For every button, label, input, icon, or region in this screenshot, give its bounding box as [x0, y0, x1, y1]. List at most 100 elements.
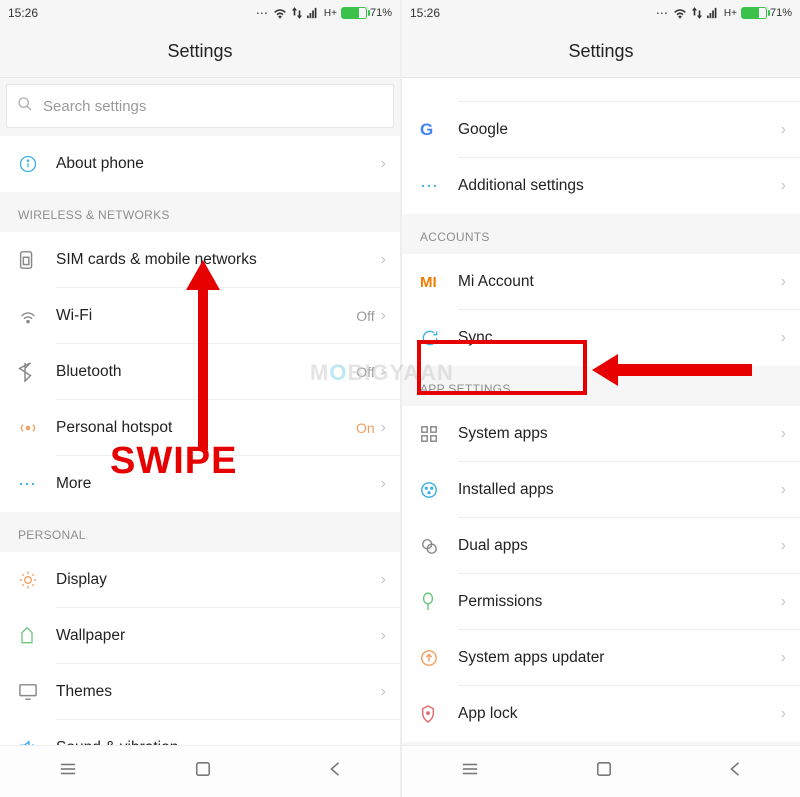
- chevron-right-icon: ›: [381, 739, 386, 745]
- android-navbar: [402, 745, 800, 797]
- back-button[interactable]: [729, 761, 741, 782]
- status-bar: 15:26 ⋯ H+ 71%: [402, 0, 800, 26]
- row-updater[interactable]: System apps updater ›: [402, 630, 800, 686]
- chevron-right-icon: ›: [381, 251, 386, 269]
- google-icon: G: [420, 120, 458, 140]
- chevron-right-icon: ›: [781, 593, 786, 611]
- wifi-icon: [18, 308, 56, 324]
- wallpaper-icon: [18, 626, 56, 646]
- battery-icon: [741, 7, 767, 19]
- search-icon: [17, 96, 33, 117]
- chevron-right-icon: ›: [781, 273, 786, 291]
- chevron-right-icon: ›: [781, 329, 786, 347]
- row-hotspot[interactable]: Personal hotspot On ›: [0, 400, 400, 456]
- battery-pct: 71%: [370, 7, 392, 19]
- section-personal: PERSONAL: [0, 512, 400, 552]
- back-button[interactable]: [329, 761, 341, 782]
- bluetooth-icon: [18, 362, 56, 382]
- row-wallpaper[interactable]: Wallpaper ›: [0, 608, 400, 664]
- search-input[interactable]: Search settings: [6, 84, 394, 128]
- more-icon: ⋯: [420, 176, 458, 197]
- header: Settings: [402, 26, 800, 78]
- row-wifi[interactable]: Wi-Fi Off ›: [0, 288, 400, 344]
- network-type: H+: [724, 8, 737, 19]
- grid-icon: [420, 425, 458, 443]
- ellipsis-icon: ⋯: [256, 6, 268, 20]
- row-display[interactable]: Display ›: [0, 552, 400, 608]
- sound-icon: [18, 739, 56, 745]
- status-time: 15:26: [8, 6, 38, 20]
- hotspot-value: On: [356, 420, 375, 436]
- row-sound[interactable]: Sound & vibration ›: [0, 720, 400, 745]
- battery-pct: 71%: [770, 7, 792, 19]
- chevron-right-icon: ›: [381, 363, 386, 381]
- section-wireless: WIRELESS & NETWORKS: [0, 192, 400, 232]
- row-themes[interactable]: Themes ›: [0, 664, 400, 720]
- row-additional[interactable]: ⋯ Additional settings ›: [402, 158, 800, 214]
- chevron-right-icon: ›: [781, 121, 786, 139]
- row-permissions[interactable]: Permissions ›: [402, 574, 800, 630]
- apps-icon: [420, 481, 458, 499]
- row-more[interactable]: ⋯ More ›: [0, 456, 400, 512]
- sim-icon: [18, 250, 56, 270]
- lock-icon: [420, 704, 458, 724]
- home-button[interactable]: [596, 761, 612, 782]
- phone-right: 15:26 ⋯ H+ 71% Settings G Google › ⋯: [400, 0, 800, 797]
- wifi-value: Off: [356, 308, 374, 324]
- data-arrows-icon: [692, 7, 702, 19]
- page-title: Settings: [568, 41, 633, 62]
- recent-button[interactable]: [59, 762, 77, 781]
- row-google[interactable]: G Google ›: [402, 102, 800, 158]
- network-type: H+: [324, 8, 337, 19]
- permissions-icon: [420, 592, 458, 612]
- chevron-right-icon: ›: [381, 683, 386, 701]
- info-icon: [18, 154, 56, 174]
- row-system-apps[interactable]: System apps ›: [402, 406, 800, 462]
- recent-button[interactable]: [461, 762, 479, 781]
- data-arrows-icon: [292, 7, 302, 19]
- row-sim[interactable]: SIM cards & mobile networks ›: [0, 232, 400, 288]
- row-partial-top: [402, 78, 800, 102]
- row-sync[interactable]: Sync ›: [402, 310, 800, 366]
- chevron-right-icon: ›: [381, 419, 386, 437]
- ellipsis-icon: ⋯: [656, 6, 668, 20]
- chevron-right-icon: ›: [781, 705, 786, 723]
- sync-icon: [420, 328, 458, 348]
- chevron-right-icon: ›: [381, 475, 386, 493]
- search-placeholder: Search settings: [43, 98, 146, 115]
- battery-icon: [341, 7, 367, 19]
- row-about-phone[interactable]: About phone ›: [0, 136, 400, 192]
- section-accounts: ACCOUNTS: [402, 214, 800, 254]
- display-icon: [18, 570, 56, 590]
- wifi-icon: [673, 7, 687, 19]
- status-bar: 15:26 ⋯ H+ 71%: [0, 0, 400, 26]
- row-installed-apps[interactable]: Installed apps ›: [402, 462, 800, 518]
- bt-value: Off: [356, 364, 374, 380]
- row-bluetooth[interactable]: Bluetooth Off ›: [0, 344, 400, 400]
- row-app-lock[interactable]: App lock ›: [402, 686, 800, 742]
- chevron-right-icon: ›: [381, 571, 386, 589]
- themes-icon: [18, 683, 56, 701]
- android-navbar: [0, 745, 400, 797]
- header: Settings: [0, 26, 400, 78]
- wifi-icon: [273, 7, 287, 19]
- chevron-right-icon: ›: [381, 155, 386, 173]
- hotspot-icon: [18, 418, 56, 438]
- updater-icon: [420, 649, 458, 667]
- page-title: Settings: [167, 41, 232, 62]
- chevron-right-icon: ›: [781, 177, 786, 195]
- signal-icon: [707, 7, 719, 19]
- section-app-settings: APP SETTINGS: [402, 366, 800, 406]
- chevron-right-icon: ›: [781, 649, 786, 667]
- dual-icon: [420, 537, 458, 555]
- chevron-right-icon: ›: [781, 537, 786, 555]
- more-icon: ⋯: [18, 474, 56, 495]
- chevron-right-icon: ›: [781, 481, 786, 499]
- row-dual-apps[interactable]: Dual apps ›: [402, 518, 800, 574]
- row-mi-account[interactable]: MI Mi Account ›: [402, 254, 800, 310]
- chevron-right-icon: ›: [381, 307, 386, 325]
- home-button[interactable]: [195, 761, 211, 782]
- mi-icon: MI: [420, 274, 458, 291]
- signal-icon: [307, 7, 319, 19]
- phone-left: 15:26 ⋯ H+ 71% Settings Search settings …: [0, 0, 400, 797]
